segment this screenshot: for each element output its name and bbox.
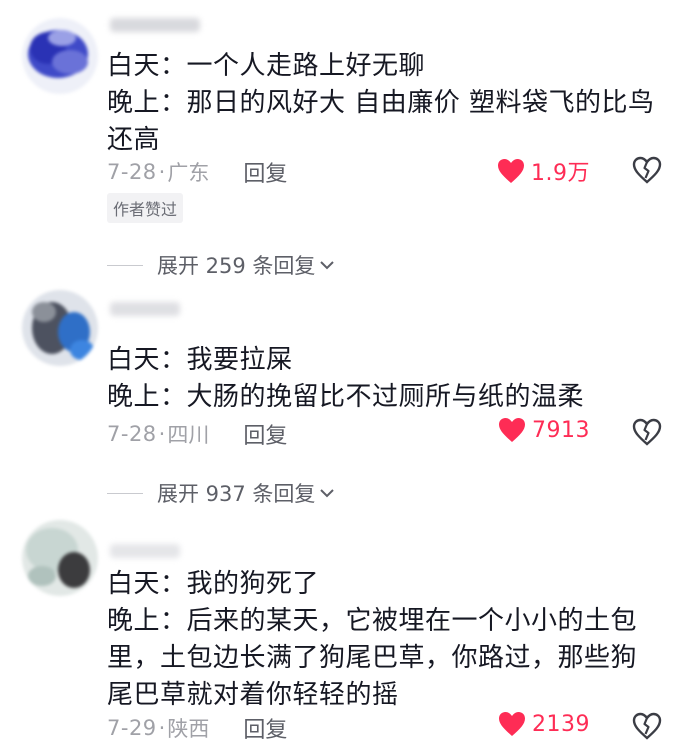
- reply-button[interactable]: 回复: [243, 156, 287, 188]
- comment-location: 广东: [167, 161, 210, 185]
- heart-icon: [498, 159, 524, 183]
- comment-date: 7-28: [107, 422, 157, 446]
- comment-meta: 7-29 · 陕西 回复: [107, 712, 287, 744]
- like-count: 2139: [532, 711, 590, 737]
- night-line: 晚上：后来的某天，它被埋在一个小小的土包: [107, 606, 638, 636]
- expand-replies-label: 展开 937 条回复: [157, 482, 316, 506]
- expand-replies-button[interactable]: 展开 937 条回复: [107, 478, 335, 508]
- expand-replies-button[interactable]: 展开 259 条回复: [107, 250, 335, 280]
- like-button[interactable]: 1.9万: [497, 155, 590, 187]
- chevron-down-icon: [320, 489, 335, 498]
- expand-replies-label: 展开 259 条回复: [157, 254, 316, 278]
- night-line: 晚上：大肠的挽留比不过厕所与纸的温柔: [107, 382, 585, 412]
- night-line-continued: 里，土包边长满了狗尾巴草，你路过，那些狗: [107, 643, 638, 673]
- comment-location: 四川: [167, 423, 210, 447]
- heart-icon: [499, 712, 525, 736]
- day-line: 白天：一个人走路上好无聊: [107, 51, 426, 81]
- comment-meta: 7-28 · 四川 回复: [107, 418, 287, 450]
- day-line: 白天：我的狗死了: [107, 569, 320, 599]
- comment-text: 白天：我要拉屎 晚上：大肠的挽留比不过厕所与纸的温柔: [107, 342, 660, 416]
- broken-heart-icon: [632, 156, 662, 184]
- comment-date: 7-28: [107, 160, 157, 184]
- heart-icon: [499, 418, 525, 442]
- dislike-button[interactable]: [632, 418, 662, 446]
- night-line: 晚上：那日的风好大 自由廉价 塑料袋飞的比鸟: [107, 88, 655, 118]
- comment-text: 白天：一个人走路上好无聊 晚上：那日的风好大 自由廉价 塑料袋飞的比鸟 还高: [107, 48, 660, 159]
- comment-location: 陕西: [167, 717, 210, 741]
- avatar[interactable]: [22, 290, 98, 366]
- like-count: 1.9万: [531, 161, 590, 186]
- blurred-name-graphic: [110, 18, 200, 32]
- avatar-image: [22, 290, 98, 366]
- blurred-name-graphic: [110, 302, 180, 316]
- night-line-continued: 还高: [107, 125, 161, 155]
- like-count: 7913: [532, 417, 590, 443]
- separator-dot: ·: [158, 422, 166, 446]
- day-line: 白天：我要拉屎: [107, 345, 293, 375]
- dislike-button[interactable]: [632, 156, 662, 184]
- divider-dash: [107, 492, 143, 494]
- night-line-continued: 尾巴草就对着你轻轻的摇: [107, 680, 399, 710]
- blurred-name-graphic: [110, 544, 180, 558]
- author-liked-badge: 作者赞过: [107, 193, 184, 223]
- username-blurred[interactable]: [110, 538, 210, 564]
- broken-heart-icon: [632, 712, 662, 740]
- reply-button[interactable]: 回复: [243, 712, 287, 744]
- like-button[interactable]: 2139: [498, 711, 590, 737]
- avatar[interactable]: [22, 520, 98, 596]
- reply-button[interactable]: 回复: [243, 418, 287, 450]
- username-blurred[interactable]: [110, 12, 210, 38]
- avatar-image: [22, 18, 98, 94]
- comment-date: 7-29: [107, 716, 157, 740]
- comment-text: 白天：我的狗死了 晚上：后来的某天，它被埋在一个小小的土包 里，土包边长满了狗尾…: [107, 566, 660, 714]
- username-blurred[interactable]: [110, 296, 210, 322]
- avatar-image: [22, 520, 98, 596]
- separator-dot: ·: [158, 160, 166, 184]
- like-button[interactable]: 7913: [498, 417, 590, 443]
- comment-meta: 7-28 · 广东 回复: [107, 156, 287, 188]
- broken-heart-icon: [632, 418, 662, 446]
- divider-dash: [107, 264, 143, 266]
- dislike-button[interactable]: [632, 712, 662, 740]
- avatar[interactable]: [22, 18, 98, 94]
- separator-dot: ·: [158, 716, 166, 740]
- chevron-down-icon: [320, 261, 335, 270]
